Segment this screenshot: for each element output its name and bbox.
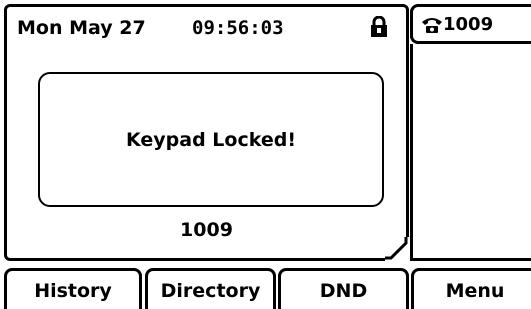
status-bar: Mon May 27 09:56:03 (7, 7, 406, 47)
panel-corner-fold (385, 237, 409, 261)
softkey-label: DND (319, 280, 368, 302)
history-softkey[interactable]: History (4, 268, 142, 309)
phone-screen: Mon May 27 09:56:03 Keypad Locked! 1009 (0, 0, 531, 309)
softkey-label: Menu (445, 280, 505, 302)
keypad-locked-message: Keypad Locked! (38, 72, 384, 207)
directory-softkey[interactable]: Directory (145, 268, 276, 309)
phone-icon (421, 16, 443, 34)
softkey-label: History (34, 280, 112, 302)
line-panel-border (410, 44, 413, 261)
padlock-icon (369, 15, 389, 38)
menu-softkey[interactable]: Menu (411, 268, 531, 309)
softkey-label: Directory (160, 280, 261, 302)
line-panel-border-bottom (410, 258, 531, 261)
line-key-label: 1009 (443, 14, 494, 35)
line-key-1[interactable]: 1009 (410, 4, 531, 44)
message-text: Keypad Locked! (126, 128, 296, 151)
status-date: Mon May 27 (17, 17, 146, 39)
main-display-panel: Mon May 27 09:56:03 Keypad Locked! 1009 (4, 4, 409, 261)
status-time: 09:56:03 (192, 17, 284, 39)
account-number: 1009 (180, 219, 233, 241)
dnd-softkey[interactable]: DND (278, 268, 409, 309)
